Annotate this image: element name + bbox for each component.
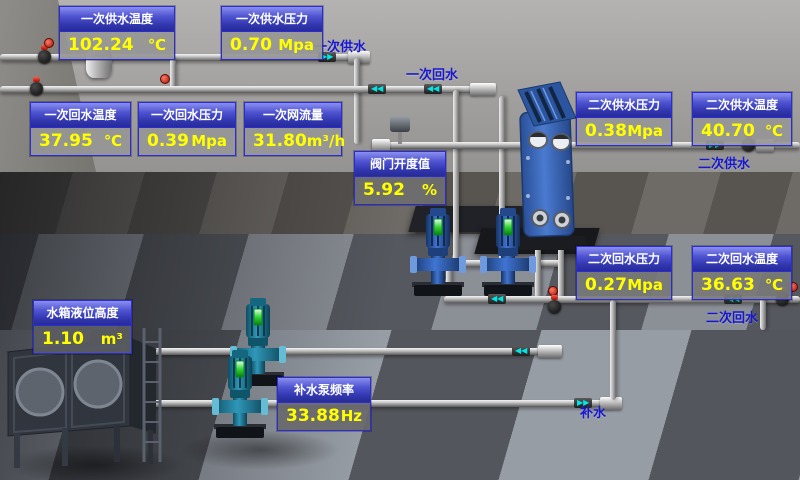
- metric-secondary-return-pressure[interactable]: 二次回水压力 0.27Mpa: [576, 246, 672, 300]
- metric-value: 0.27: [585, 275, 627, 295]
- metric-secondary-supply-pressure[interactable]: 二次供水压力 0.38Mpa: [576, 92, 672, 146]
- valve-icon[interactable]: [548, 300, 561, 313]
- pump-status-indicator: [254, 309, 262, 325]
- metric-value: 102.24: [68, 35, 134, 55]
- metric-value: 33.88: [286, 406, 340, 426]
- metric-valve-opening[interactable]: 阀门开度值 5.92%: [354, 151, 446, 205]
- metric-unit: m³/h: [307, 131, 345, 151]
- metric-unit: Mpa: [191, 131, 227, 151]
- pipe-end-cap: [538, 345, 562, 358]
- circulation-pump-1[interactable]: [410, 208, 466, 296]
- metric-primary-flow[interactable]: 一次网流量 31.80m³/h: [244, 102, 342, 156]
- metric-unit: Mpa: [278, 35, 314, 55]
- pipe-label-secondary-return: 二次回水: [706, 307, 758, 326]
- metric-value: 36.63: [701, 275, 755, 295]
- pipe-label-makeup-water: 补水: [580, 402, 606, 421]
- metric-value: 0.70: [230, 35, 272, 55]
- metric-label: 一次供水压力: [222, 7, 322, 32]
- flow-arrow-icon: ◀◀: [488, 294, 506, 304]
- pipe-label-secondary-supply: 二次供水: [698, 153, 750, 172]
- metric-label: 二次回水压力: [577, 247, 671, 272]
- metric-secondary-return-temp[interactable]: 二次回水温度 36.63 ℃: [692, 246, 792, 300]
- pump-status-indicator: [434, 219, 442, 235]
- metric-label: 一次回水压力: [139, 103, 235, 128]
- metric-value: 5.92: [363, 180, 405, 200]
- pump-status-indicator: [504, 219, 512, 235]
- metric-value: 40.70: [701, 121, 755, 141]
- metric-value: 0.39: [147, 131, 189, 151]
- control-valve-icon[interactable]: [390, 116, 410, 132]
- metric-label: 补水泵频率: [278, 378, 370, 403]
- pressure-gauge-icon: [160, 74, 170, 84]
- pipe-riser: [354, 58, 360, 144]
- valve-icon[interactable]: [30, 82, 43, 95]
- pipe-end-cap: [470, 83, 496, 96]
- metric-unit: Mpa: [627, 121, 663, 141]
- flow-arrow-icon: ◀◀: [512, 346, 530, 356]
- makeup-pump-2[interactable]: [212, 350, 268, 438]
- valve-icon[interactable]: [38, 50, 51, 63]
- metric-label: 水箱液位高度: [34, 301, 131, 326]
- pressure-gauge-icon: [44, 38, 54, 48]
- metric-unit: ℃: [765, 275, 783, 295]
- metric-primary-supply-pressure[interactable]: 一次供水压力 0.70 Mpa: [221, 6, 323, 60]
- metric-label: 二次回水温度: [693, 247, 791, 272]
- pipe-primary-return: [0, 86, 478, 93]
- metric-primary-return-pressure[interactable]: 一次回水压力 0.39Mpa: [138, 102, 236, 156]
- circulation-pump-2[interactable]: [480, 208, 536, 296]
- metric-value: 31.80: [253, 131, 307, 151]
- metric-unit: m³: [101, 329, 123, 349]
- metric-unit: Hz: [341, 406, 362, 426]
- hmi-screen: ▶▶ ◀◀ ◀◀ ▶▶ ◀◀ ◀◀ ◀◀ ▶▶: [0, 0, 800, 480]
- metric-primary-return-temp[interactable]: 一次回水温度 37.95 ℃: [30, 102, 131, 156]
- pipe-label-primary-return: 一次回水: [406, 64, 458, 83]
- flow-arrow-icon: ◀◀: [368, 84, 386, 94]
- metric-unit: %: [422, 180, 437, 200]
- metric-unit: ℃: [148, 35, 166, 55]
- metric-label: 一次回水温度: [31, 103, 130, 128]
- metric-label: 阀门开度值: [355, 152, 445, 177]
- metric-unit: Mpa: [627, 275, 663, 295]
- pipe-riser: [610, 300, 616, 400]
- metric-label: 二次供水温度: [693, 93, 791, 118]
- metric-primary-supply-temp[interactable]: 一次供水温度 102.24 ℃: [59, 6, 175, 60]
- metric-secondary-supply-temp[interactable]: 二次供水温度 40.70 ℃: [692, 92, 792, 146]
- metric-value: 0.38: [585, 121, 627, 141]
- metric-value: 1.10: [42, 329, 84, 349]
- metric-label: 一次供水温度: [60, 7, 174, 32]
- metric-unit: ℃: [765, 121, 783, 141]
- flow-arrow-icon: ◀◀: [424, 84, 442, 94]
- metric-tank-level[interactable]: 水箱液位高度 1.10 m³: [33, 300, 132, 354]
- metric-value: 37.95: [39, 131, 93, 151]
- pump-status-indicator: [236, 361, 244, 377]
- metric-label: 一次网流量: [245, 103, 341, 128]
- pipe-stub: [760, 298, 766, 330]
- metric-makeup-pump-frequency[interactable]: 补水泵频率 33.88Hz: [277, 377, 371, 431]
- metric-unit: ℃: [104, 131, 122, 151]
- metric-label: 二次供水压力: [577, 93, 671, 118]
